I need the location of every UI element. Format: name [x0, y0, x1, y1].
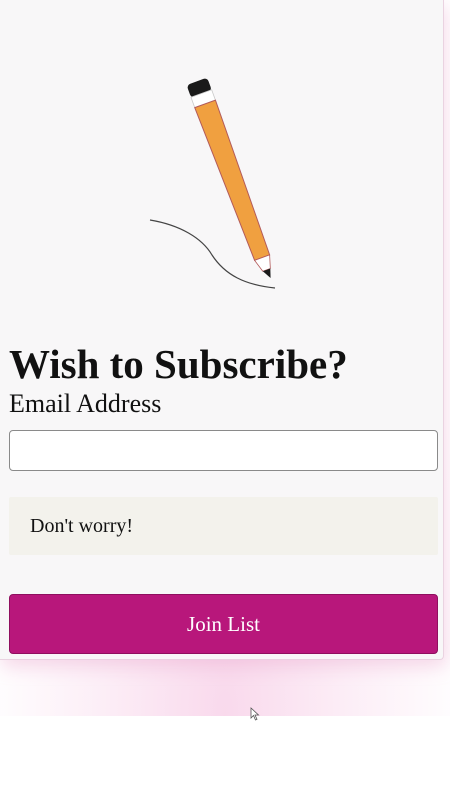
mouse-pointer-icon [250, 707, 260, 721]
page: Wish to Subscribe? Email Address Don't w… [0, 0, 450, 800]
join-list-button[interactable]: Join List [9, 594, 438, 654]
reassurance-text: Don't worry! [30, 515, 134, 537]
pencil-drawing-icon [149, 78, 276, 289]
email-field[interactable] [9, 430, 438, 471]
page-title: Wish to Subscribe? [9, 341, 348, 387]
reassurance-note: Don't worry! [9, 497, 438, 555]
subscribe-card: Wish to Subscribe? Email Address Don't w… [0, 0, 444, 660]
email-label: Email Address [9, 389, 162, 418]
